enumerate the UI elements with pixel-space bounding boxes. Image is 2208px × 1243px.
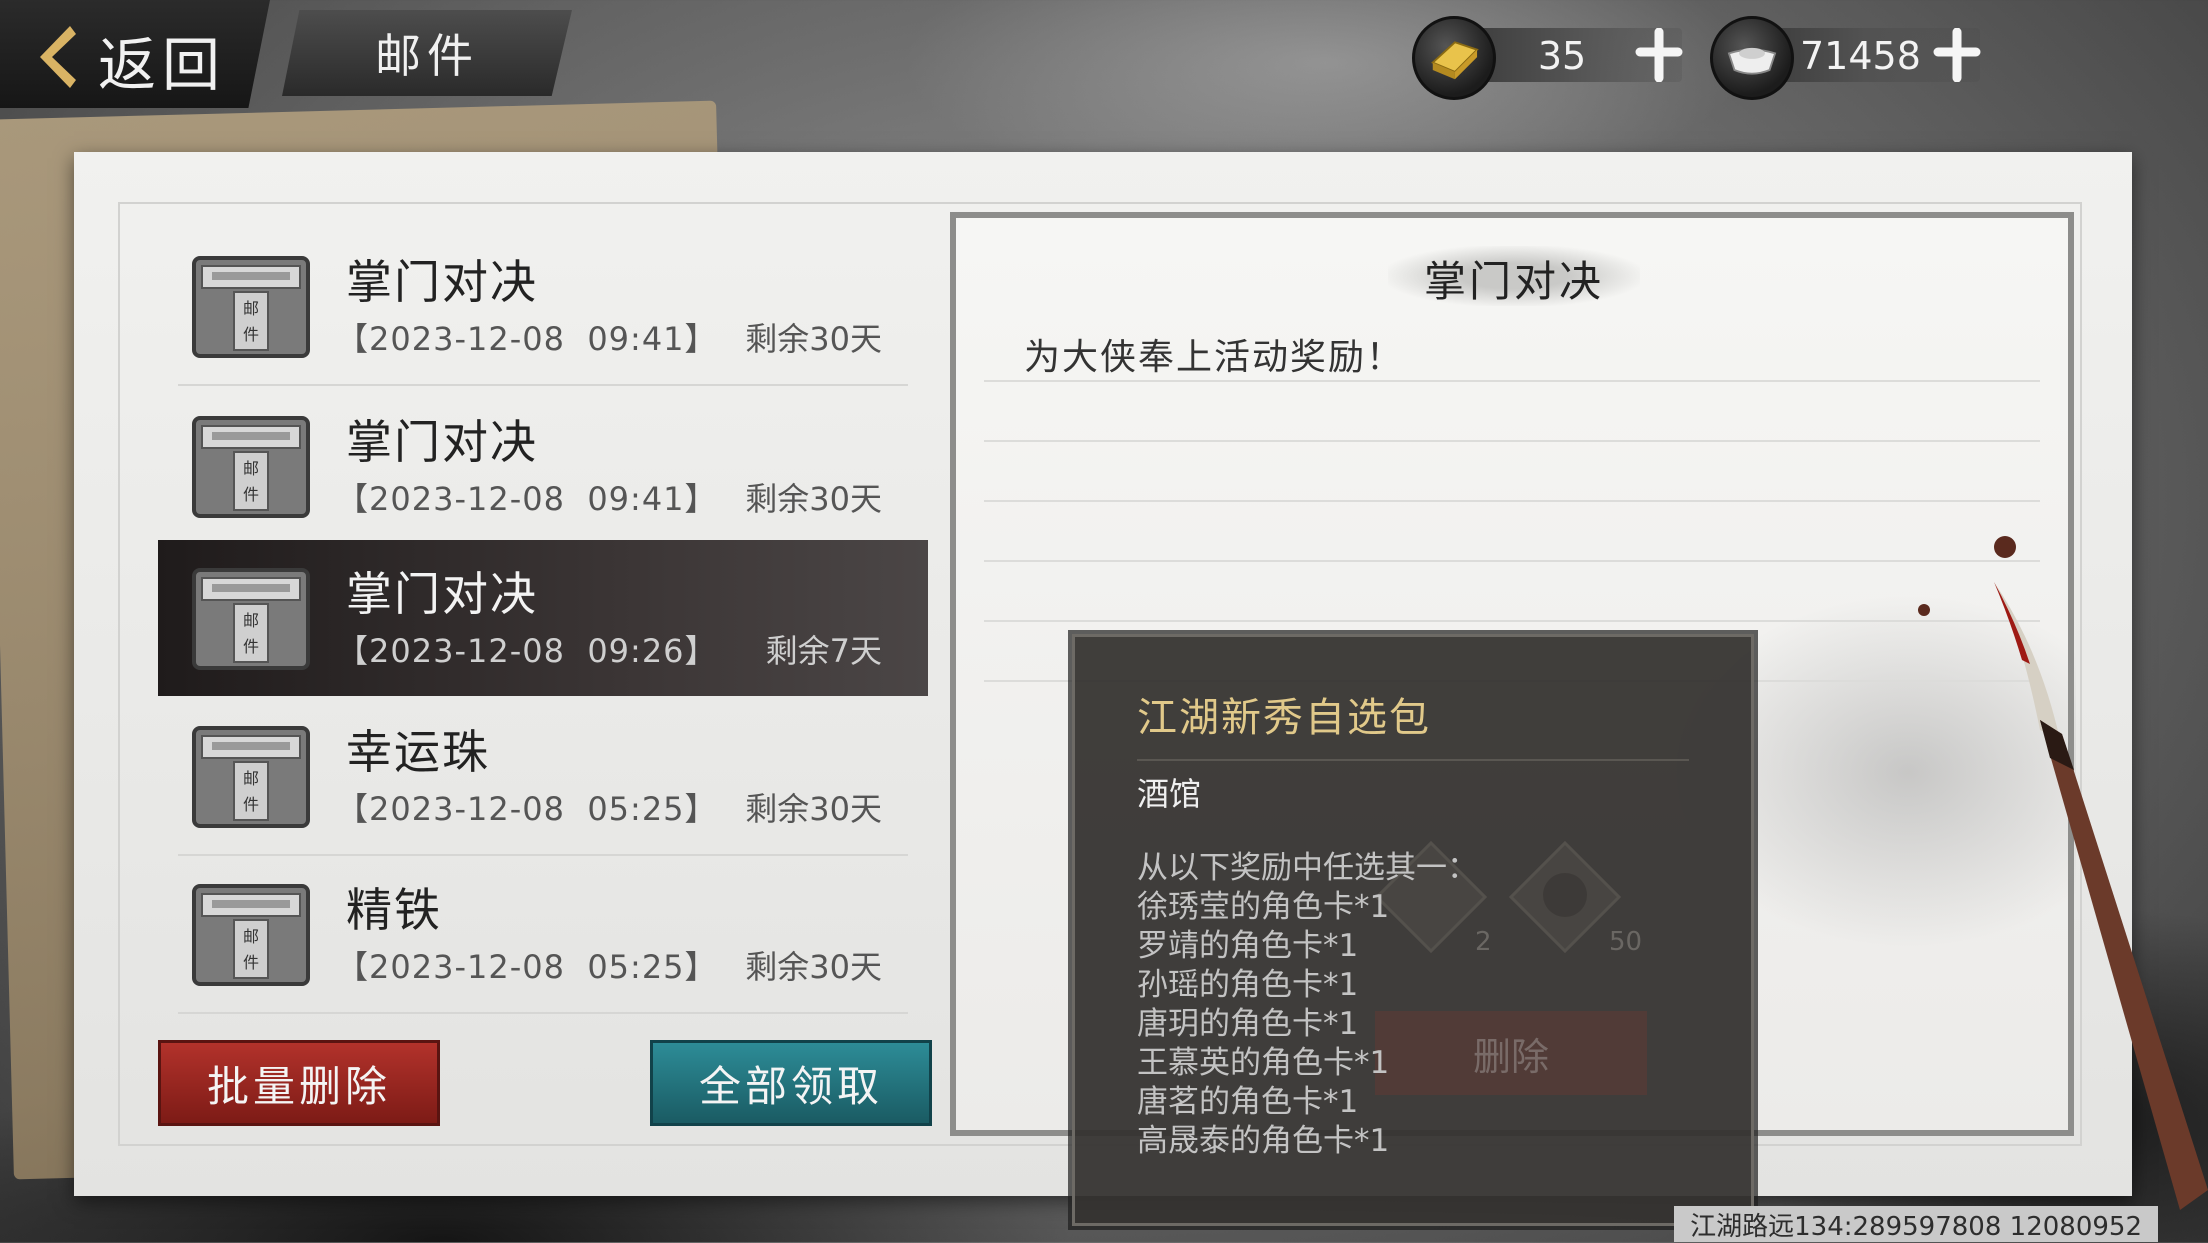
mail-list-item[interactable]: 邮 件 掌门对决 【2023-12-08 09:41】 剩余30天 — [158, 228, 928, 386]
page-title: 邮件 — [375, 29, 479, 83]
item-tooltip: 2 50 删除 江湖新秀自选包 酒馆 从以下奖励中任选其一： 徐琇莹的角色卡*1 罗… — [1072, 634, 1754, 1226]
gold-ingot-icon — [1412, 16, 1496, 100]
svg-text:邮: 邮 — [243, 459, 259, 478]
tooltip-instruction: 从以下奖励中任选其一： — [1137, 850, 1478, 886]
reward-option: 罗靖的角色卡*1 — [1137, 928, 1359, 964]
reward-option: 王慕英的角色卡*1 — [1137, 1045, 1390, 1081]
claim-all-button[interactable]: 全部领取 — [650, 1040, 932, 1126]
mail-title: 精铁 — [346, 883, 442, 937]
mail-remaining: 剩余7天 — [765, 632, 882, 670]
silver-ingot-icon — [1710, 16, 1794, 100]
mail-detail-title: 掌门对决 — [1423, 257, 1604, 306]
mail-list-item[interactable]: 邮 件 掌门对决 【2023-12-08 09:41】 剩余30天 — [158, 388, 928, 546]
silver-currency: 71458 — [1710, 14, 1990, 100]
mail-envelope-icon: 邮 件 — [192, 416, 310, 518]
mail-date: 【2023-12-08 05:25】 — [336, 790, 718, 828]
svg-text:件: 件 — [243, 325, 259, 344]
page-title-tab: 邮件 — [282, 10, 572, 96]
ink-drop — [1994, 536, 2016, 558]
mail-detail-message: 为大侠奉上活动奖励！ — [1024, 337, 1405, 378]
server-info: 江湖路远134:289597808 12080952 — [1674, 1206, 2158, 1242]
mail-title: 幸运珠 — [346, 725, 490, 779]
divider — [984, 440, 2040, 442]
divider — [984, 620, 2040, 622]
mail-title: 掌门对决 — [346, 255, 538, 309]
mail-remaining: 剩余30天 — [745, 320, 882, 358]
calligraphy-brush-icon — [1994, 582, 2208, 1210]
divider — [984, 560, 2040, 562]
divider — [984, 380, 2040, 382]
reward-option: 孙瑶的角色卡*1 — [1137, 967, 1359, 1003]
divider — [178, 1012, 908, 1014]
mail-remaining: 剩余30天 — [745, 790, 882, 828]
svg-text:邮: 邮 — [243, 299, 259, 318]
reward-item-icon — [1508, 840, 1622, 954]
reward-count: 50 — [1609, 927, 1643, 957]
tooltip-source: 酒馆 — [1137, 775, 1202, 813]
mail-title: 掌门对决 — [346, 415, 538, 469]
mail-title: 掌门对决 — [346, 567, 538, 621]
mail-date: 【2023-12-08 05:25】 — [336, 948, 718, 986]
mail-envelope-icon: 邮 件 — [192, 884, 310, 986]
mail-list-item[interactable]: 邮 件 掌门对决 【2023-12-08 09:26】 剩余7天 — [158, 540, 928, 696]
back-button[interactable]: 返回 — [0, 0, 270, 108]
add-gold-button[interactable] — [1634, 28, 1684, 82]
gold-amount: 35 — [1537, 34, 1587, 78]
divider — [984, 500, 2040, 502]
svg-text:邮: 邮 — [243, 769, 259, 788]
tooltip-title: 江湖新秀自选包 — [1137, 695, 1431, 741]
svg-text:件: 件 — [243, 637, 259, 656]
mail-list-item[interactable]: 邮 件 精铁 【2023-12-08 05:25】 剩余30天 — [158, 856, 928, 1014]
divider — [1137, 759, 1689, 761]
tooltip-body: 从以下奖励中任选其一： 徐琇莹的角色卡*1 罗靖的角色卡*1 孙瑶的角色卡*1 唐玥的角… — [1137, 849, 1478, 1161]
mail-date: 【2023-12-08 09:41】 — [336, 320, 718, 358]
chevron-left-icon — [40, 26, 76, 88]
reward-option: 唐茗的角色卡*1 — [1137, 1084, 1359, 1120]
silver-amount: 71458 — [1800, 34, 1921, 78]
gold-currency: 35 — [1412, 14, 1692, 100]
mail-envelope-icon: 邮 件 — [192, 568, 310, 670]
back-label: 返回 — [98, 31, 227, 99]
reward-option: 徐琇莹的角色卡*1 — [1137, 889, 1390, 925]
svg-text:件: 件 — [243, 485, 259, 504]
mail-envelope-icon: 邮 件 — [192, 726, 310, 828]
svg-text:邮: 邮 — [243, 927, 259, 946]
reward-option: 高晟泰的角色卡*1 — [1137, 1123, 1390, 1159]
mail-date: 【2023-12-08 09:41】 — [336, 480, 718, 518]
mail-date: 【2023-12-08 09:26】 — [336, 632, 718, 670]
svg-text:件: 件 — [243, 795, 259, 814]
mail-remaining: 剩余30天 — [745, 480, 882, 518]
mail-list-item[interactable]: 邮 件 幸运珠 【2023-12-08 05:25】 剩余30天 — [158, 698, 928, 856]
svg-text:件: 件 — [243, 953, 259, 972]
divider — [178, 384, 908, 386]
mail-envelope-icon: 邮 件 — [192, 256, 310, 358]
add-silver-button[interactable] — [1932, 28, 1982, 82]
batch-delete-button[interactable]: 批量删除 — [158, 1040, 440, 1126]
ink-drop — [1918, 604, 1930, 616]
svg-text:邮: 邮 — [243, 611, 259, 630]
mail-remaining: 剩余30天 — [745, 948, 882, 986]
reward-option: 唐玥的角色卡*1 — [1137, 1006, 1359, 1042]
